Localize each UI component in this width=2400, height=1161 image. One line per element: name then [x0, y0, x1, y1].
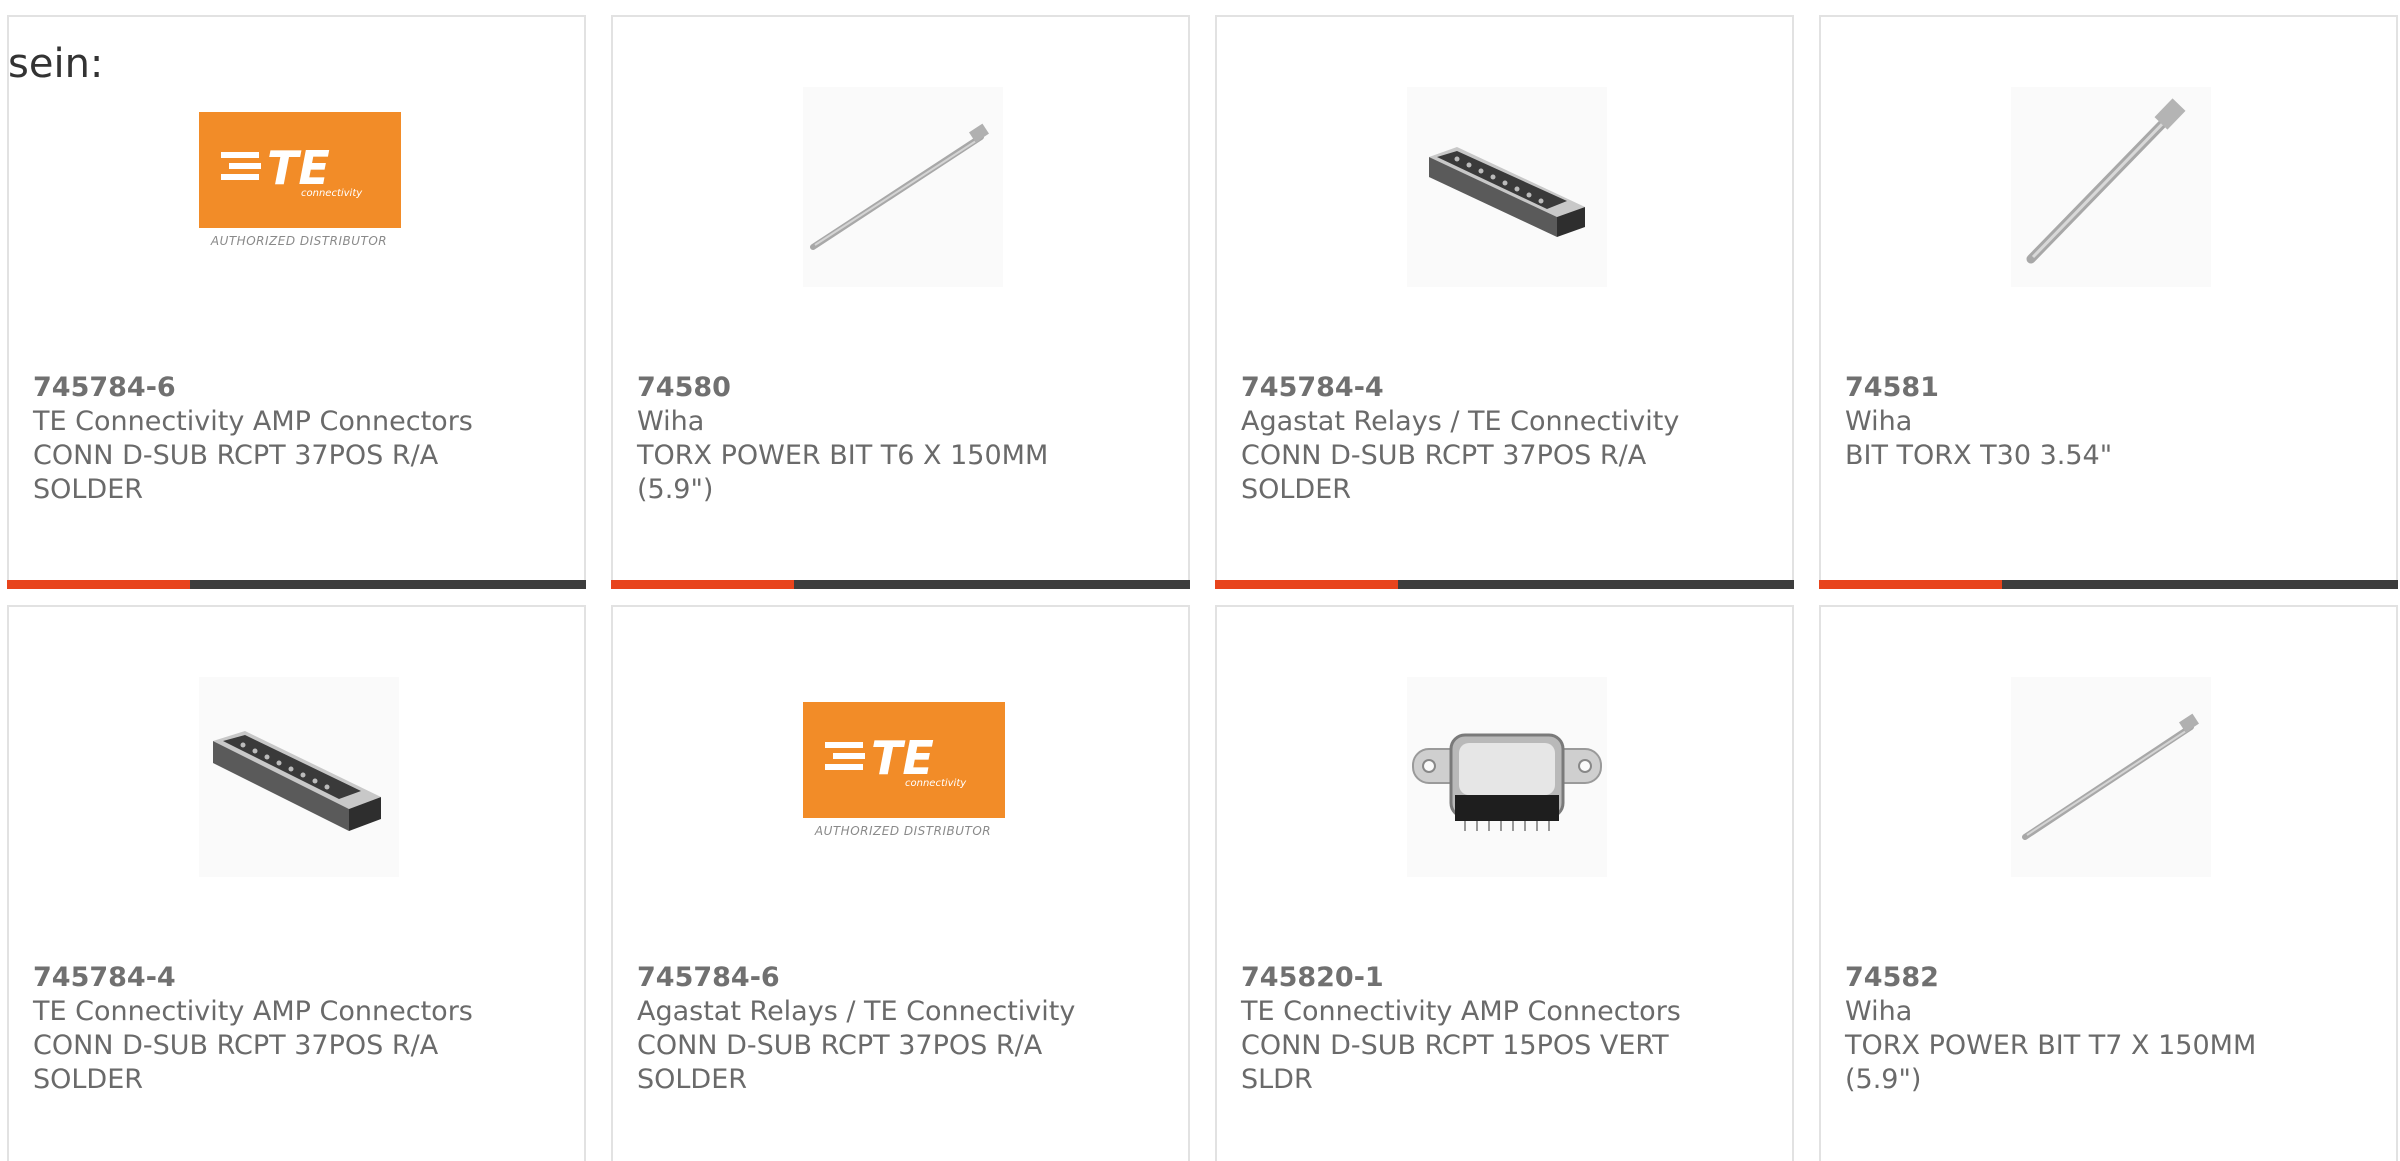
part-number[interactable]: 74580 — [637, 371, 1164, 405]
torx-bit-image — [2011, 87, 2211, 287]
product-image[interactable] — [2011, 677, 2211, 877]
part-number[interactable]: 74582 — [1845, 961, 2372, 995]
part-number[interactable]: 745784-4 — [33, 961, 560, 995]
svg-text:TE: TE — [267, 141, 330, 195]
product-card[interactable]: TE connectivity AUTHORIZED DISTRIBUTOR 7… — [7, 15, 586, 589]
description-cont: (5.9") — [1845, 1064, 1922, 1095]
description: BIT TORX T30 3.54" — [1845, 440, 2113, 471]
product-card[interactable]: 745784-4 TE Connectivity AMP Connectors … — [7, 605, 586, 1161]
description-cont: (5.9") — [637, 474, 714, 505]
description-cont: SOLDER — [1241, 474, 1352, 505]
product-card[interactable]: 74582 Wiha TORX POWER BIT T7 X 150MM (5.… — [1819, 605, 2398, 1161]
product-card[interactable]: 745784-4 Agastat Relays / TE Connectivit… — [1215, 15, 1794, 589]
card-accent-bar — [1215, 580, 1794, 589]
description-cont: SOLDER — [33, 474, 144, 505]
description: CONN D-SUB RCPT 37POS R/A — [33, 1030, 439, 1061]
part-number[interactable]: 745784-6 — [33, 371, 560, 405]
te-connectivity-logo: TE connectivity AUTHORIZED DISTRIBUTOR — [803, 702, 1005, 852]
manufacturer: Wiha — [1845, 996, 1913, 1027]
product-image[interactable] — [803, 87, 1003, 287]
manufacturer: TE Connectivity AMP Connectors — [33, 406, 473, 437]
description-cont: SLDR — [1241, 1064, 1313, 1095]
description-cont: SOLDER — [637, 1064, 748, 1095]
card-accent-bar — [7, 580, 586, 589]
product-image[interactable] — [1407, 677, 1607, 877]
product-card[interactable]: 74580 Wiha TORX POWER BIT T6 X 150MM (5.… — [611, 15, 1190, 589]
manufacturer: Agastat Relays / TE Connectivity — [1241, 406, 1680, 437]
manufacturer: TE Connectivity AMP Connectors — [33, 996, 473, 1027]
manufacturer: Wiha — [1845, 406, 1913, 437]
manufacturer: TE Connectivity AMP Connectors — [1241, 996, 1681, 1027]
product-image[interactable]: TE connectivity AUTHORIZED DISTRIBUTOR — [803, 677, 1005, 877]
product-image[interactable]: TE connectivity AUTHORIZED DISTRIBUTOR — [199, 87, 401, 287]
intro-text: sein: — [8, 41, 104, 87]
dsub-connector-image — [1407, 87, 1607, 287]
svg-text:TE: TE — [871, 731, 934, 785]
dsub-connector-image — [199, 677, 399, 877]
product-image[interactable] — [2011, 87, 2211, 287]
product-image[interactable] — [1407, 87, 1607, 287]
description: TORX POWER BIT T6 X 150MM — [637, 440, 1049, 471]
part-number[interactable]: 745820-1 — [1241, 961, 1768, 995]
te-connectivity-logo: TE connectivity AUTHORIZED DISTRIBUTOR — [199, 112, 401, 262]
product-card[interactable]: TE connectivity AUTHORIZED DISTRIBUTOR 7… — [611, 605, 1190, 1161]
description: CONN D-SUB RCPT 15POS VERT — [1241, 1030, 1669, 1061]
svg-text:connectivity: connectivity — [905, 778, 967, 788]
part-number[interactable]: 745784-4 — [1241, 371, 1768, 405]
torx-bit-image — [2011, 677, 2211, 877]
description: CONN D-SUB RCPT 37POS R/A — [637, 1030, 1043, 1061]
torx-bit-image — [803, 87, 1003, 287]
card-accent-bar — [611, 580, 1190, 589]
product-card[interactable]: 74581 Wiha BIT TORX T30 3.54" — [1819, 15, 2398, 589]
description-cont: SOLDER — [33, 1064, 144, 1095]
manufacturer: Wiha — [637, 406, 705, 437]
part-number[interactable]: 74581 — [1845, 371, 2372, 405]
product-carousel-page: sein: TE connectivity AUTHORIZED DISTRIB… — [0, 0, 2400, 1161]
part-number[interactable]: 745784-6 — [637, 961, 1164, 995]
product-card[interactable]: 745820-1 TE Connectivity AMP Connectors … — [1215, 605, 1794, 1161]
card-accent-bar — [1819, 580, 2398, 589]
description: TORX POWER BIT T7 X 150MM — [1845, 1030, 2257, 1061]
description: CONN D-SUB RCPT 37POS R/A — [33, 440, 439, 471]
product-image[interactable] — [199, 677, 399, 877]
manufacturer: Agastat Relays / TE Connectivity — [637, 996, 1076, 1027]
description: CONN D-SUB RCPT 37POS R/A — [1241, 440, 1647, 471]
svg-text:connectivity: connectivity — [301, 188, 363, 198]
dsub-vertical-image — [1407, 677, 1607, 877]
